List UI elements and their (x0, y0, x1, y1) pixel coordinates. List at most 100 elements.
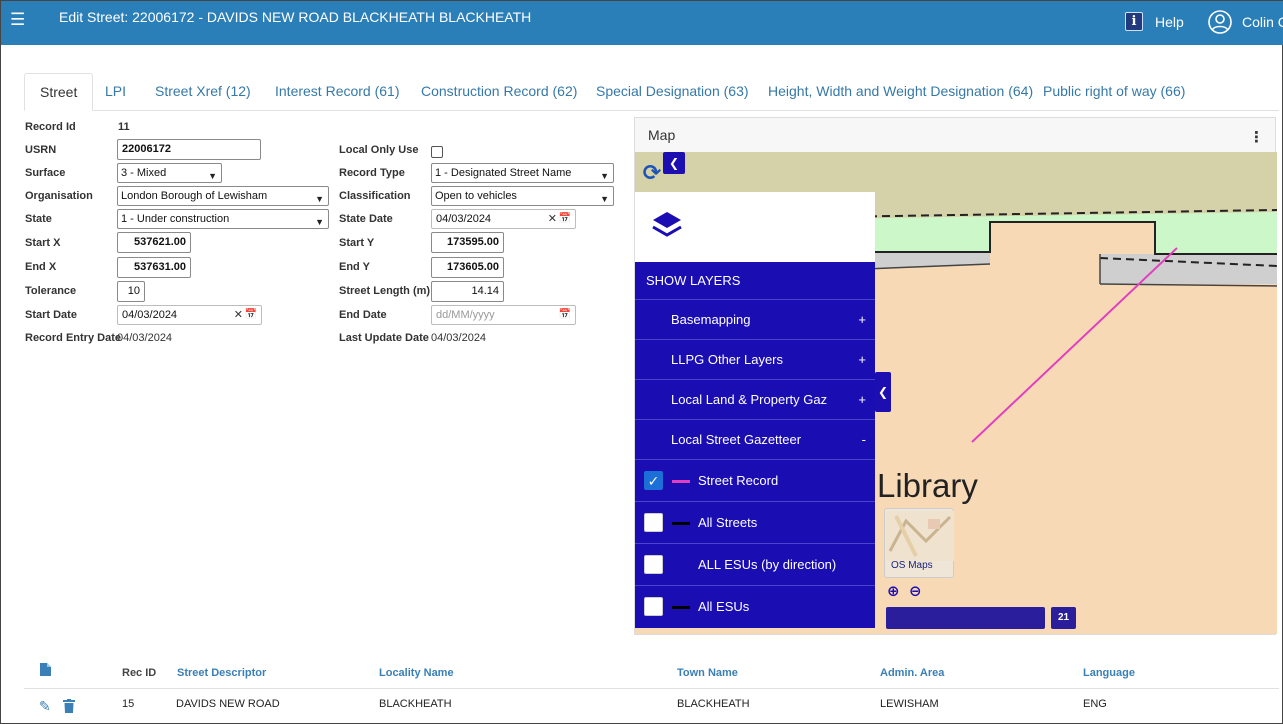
state-value: 1 - Under construction (121, 213, 230, 225)
start-x-field[interactable]: 537621.00 (117, 232, 191, 253)
map-title: Map (648, 127, 676, 143)
tab-street[interactable]: Street (24, 73, 94, 111)
add-document-icon[interactable] (40, 663, 51, 676)
layers-icon[interactable] (649, 208, 685, 244)
expand-icon[interactable]: + (858, 312, 866, 327)
layer-group-label: Basemapping (671, 312, 751, 327)
clear-icon[interactable]: ✕ (234, 306, 243, 324)
help-link[interactable]: Help (1155, 14, 1184, 30)
layer-group-basemapping[interactable]: Basemapping + (635, 299, 875, 339)
layer-group-label: Local Street Gazetteer (671, 432, 802, 447)
tab-street-xref[interactable]: Street Xref (12) (155, 73, 251, 111)
end-y-label: End Y (339, 261, 370, 273)
layer-all-esus-direction[interactable]: ALL ESUs (by direction) (635, 543, 875, 585)
classification-label: Classification (339, 190, 411, 202)
edit-pencil-icon[interactable]: ✎ (39, 698, 51, 715)
expand-icon[interactable]: + (858, 352, 866, 367)
cell-rec-id: 15 (122, 698, 135, 710)
layer-checkbox[interactable] (644, 597, 663, 616)
end-x-field[interactable]: 537631.00 (117, 257, 191, 278)
organisation-select[interactable]: London Borough of Lewisham ▼ (117, 186, 329, 206)
start-y-label: Start Y (339, 237, 375, 249)
end-date-label: End Date (339, 309, 387, 321)
more-options-icon[interactable]: ⋮ (1249, 128, 1264, 146)
show-layers-title: SHOW LAYERS (646, 273, 741, 288)
zoom-out-icon[interactable]: ⊖ (909, 582, 927, 600)
layer-label: ALL ESUs (by direction) (698, 557, 837, 572)
layer-group-local-land-property[interactable]: Local Land & Property Gaz + (635, 379, 875, 419)
usrn-label: USRN (25, 144, 57, 156)
start-y-field[interactable]: 173595.00 (431, 232, 504, 253)
tab-special-designation[interactable]: Special Designation (63) (596, 73, 749, 111)
tolerance-field[interactable]: 10 (117, 281, 145, 302)
collapse-layers-icon[interactable]: ❮ (875, 372, 891, 412)
tab-lpi[interactable]: LPI (105, 73, 126, 111)
hamburger-menu-icon[interactable]: ☰ (10, 11, 25, 28)
calendar-icon[interactable]: 📅 (559, 306, 571, 324)
state-label: State (25, 213, 52, 225)
expand-icon[interactable]: + (858, 392, 866, 407)
street-descriptor-table-header: Rec ID Street Descriptor Locality Name T… (24, 661, 1279, 689)
zoom-in-icon[interactable]: ⊕ (887, 582, 905, 600)
surface-label: Surface (25, 167, 66, 179)
page-title: Edit Street: 22006172 - DAVIDS NEW ROAD … (59, 9, 532, 25)
top-app-bar: ☰ Edit Street: 22006172 - DAVIDS NEW ROA… (1, 1, 1283, 45)
column-locality-name[interactable]: Locality Name (379, 667, 454, 679)
end-y-field[interactable]: 173605.00 (431, 257, 504, 278)
basemap-switcher-os-maps[interactable]: OS Maps (884, 508, 954, 578)
start-date-picker[interactable]: 04/03/2024 ✕ 📅 (117, 305, 262, 325)
tab-public-right-of-way[interactable]: Public right of way (66) (1043, 73, 1185, 111)
layer-label: All ESUs (698, 599, 750, 614)
column-language[interactable]: Language (1083, 667, 1135, 679)
usrn-field[interactable]: 22006172 (117, 139, 261, 160)
layers-panel: SHOW LAYERS Basemapping + LLPG Other Laye… (635, 192, 875, 628)
classification-select[interactable]: Open to vehicles ▼ (431, 186, 614, 206)
collapse-icon[interactable]: - (862, 432, 866, 447)
layer-checkbox[interactable] (644, 555, 663, 574)
column-admin-area[interactable]: Admin. Area (880, 667, 944, 679)
state-date-picker[interactable]: 04/03/2024 ✕ 📅 (431, 209, 576, 229)
tab-height-width-weight[interactable]: Height, Width and Weight Designation (64… (768, 73, 1033, 111)
layer-label: All Streets (698, 515, 758, 530)
table-row[interactable]: ✎ 15 DAVIDS NEW ROAD BLACKHEATH BLACKHEA… (24, 690, 1279, 722)
refresh-icon[interactable]: ⟳ (639, 160, 665, 186)
state-select[interactable]: 1 - Under construction ▼ (117, 209, 329, 229)
info-icon[interactable]: i (1125, 12, 1143, 31)
tolerance-label: Tolerance (25, 285, 77, 297)
state-date-value: 04/03/2024 (436, 213, 492, 225)
map-canvas[interactable]: Library ⟳ ❮ SHOW LAYERS Basemapping + LLP… (635, 152, 1277, 634)
clear-icon[interactable]: ✕ (548, 210, 557, 228)
collapse-map-tools-icon[interactable]: ❮ (663, 152, 685, 174)
column-street-descriptor[interactable]: Street Descriptor (177, 667, 266, 679)
column-rec-id[interactable]: Rec ID (122, 667, 156, 679)
chevron-down-icon: ▼ (208, 171, 217, 181)
layer-all-streets[interactable]: All Streets (635, 501, 875, 543)
start-date-label: Start Date (25, 309, 77, 321)
column-town-name[interactable]: Town Name (677, 667, 738, 679)
layer-group-label: LLPG Other Layers (671, 352, 783, 367)
user-name[interactable]: Colin C (1242, 14, 1283, 30)
delete-trash-icon[interactable] (63, 699, 75, 713)
layer-checkbox[interactable] (644, 513, 663, 532)
tab-interest-record[interactable]: Interest Record (61) (275, 73, 400, 111)
end-date-picker[interactable]: dd/MM/yyyy 📅 (431, 305, 576, 325)
street-length-field[interactable]: 14.14 (431, 281, 504, 302)
layer-group-label: Local Land & Property Gaz (671, 392, 828, 407)
chevron-down-icon: ▼ (315, 217, 324, 227)
layer-all-esus[interactable]: All ESUs (635, 585, 875, 627)
user-icon[interactable] (1208, 10, 1232, 34)
layer-group-llpg-other[interactable]: LLPG Other Layers + (635, 339, 875, 379)
record-type-select[interactable]: 1 - Designated Street Name ▼ (431, 163, 614, 183)
surface-select[interactable]: 3 - Mixed ▼ (117, 163, 222, 183)
local-only-use-checkbox[interactable] (431, 146, 443, 158)
layer-checkbox-checked[interactable]: ✓ (644, 471, 663, 490)
layer-group-local-street-gazetteer[interactable]: Local Street Gazetteer - (635, 419, 875, 459)
local-only-use-label: Local Only Use (339, 144, 419, 156)
layer-street-record[interactable]: ✓ Street Record (635, 459, 875, 501)
last-update-date-value: 04/03/2024 (431, 332, 487, 344)
layer-swatch (672, 522, 690, 525)
calendar-icon[interactable]: 📅 (559, 210, 571, 228)
start-date-value: 04/03/2024 (122, 309, 178, 321)
calendar-icon[interactable]: 📅 (245, 306, 257, 324)
tab-construction-record[interactable]: Construction Record (62) (421, 73, 577, 111)
